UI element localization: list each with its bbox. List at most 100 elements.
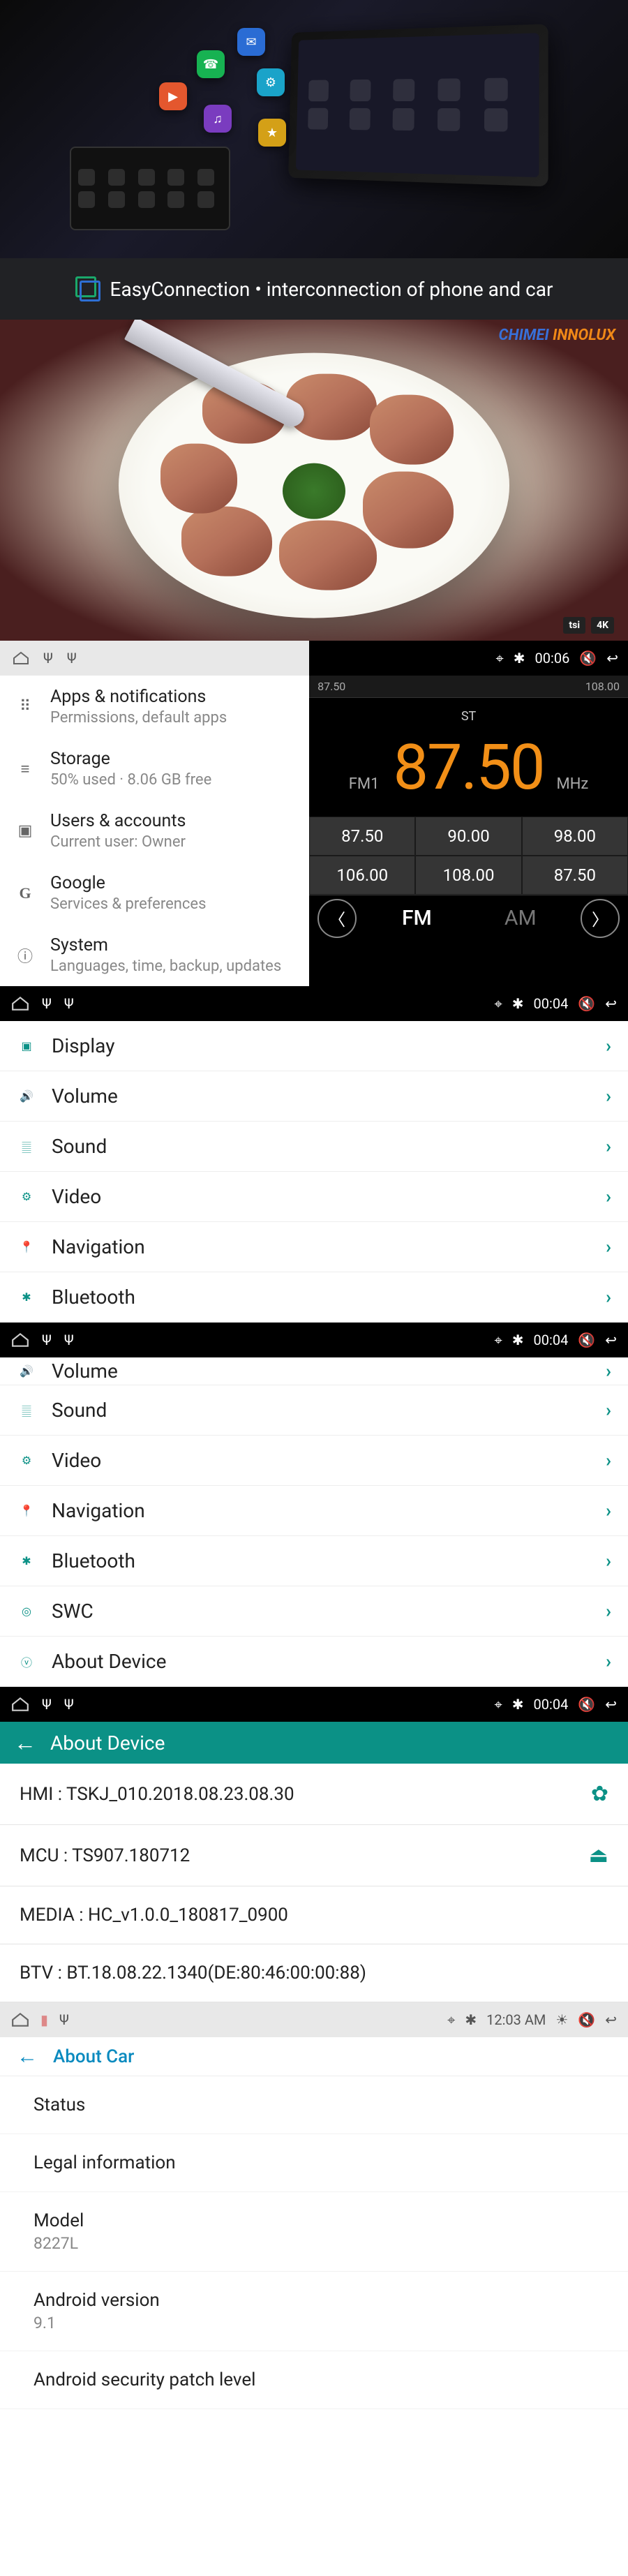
- volume-icon: 🔊: [17, 1364, 36, 1378]
- phone-mockup: [70, 147, 230, 230]
- chevron-right-icon: ›: [606, 1601, 611, 1622]
- floating-app-icons: ✉ ☎ ▶ ♫ ⚙ ★: [154, 21, 321, 161]
- chevron-right-icon: ›: [606, 1136, 611, 1157]
- home-icon[interactable]: [13, 651, 29, 665]
- menu-volume[interactable]: 🔊Volume›: [0, 1071, 628, 1122]
- chevron-right-icon: ›: [606, 1501, 611, 1521]
- location-icon: ⌖: [495, 650, 503, 667]
- chevron-right-icon: ›: [606, 1086, 611, 1107]
- volume-icon[interactable]: 🔇: [578, 1332, 595, 1348]
- settings-row-storage[interactable]: ≡ Storage50% used · 8.06 GB free: [0, 738, 309, 800]
- back-icon[interactable]: ↩: [605, 1332, 617, 1348]
- frequency-value: 87.50: [393, 731, 544, 804]
- home-icon[interactable]: [11, 1697, 29, 1712]
- back-icon[interactable]: ↩: [606, 650, 618, 667]
- about-car-android-version[interactable]: Android version9.1: [0, 2272, 628, 2351]
- am-tab[interactable]: AM: [469, 906, 572, 930]
- menu-bluetooth[interactable]: ✱Bluetooth›: [0, 1272, 628, 1323]
- chevron-right-icon: ›: [606, 1551, 611, 1572]
- about-icon: ⓥ: [17, 1653, 36, 1670]
- info-row-btv[interactable]: BTV : BT.18.08.22.1340(DE:80:46:00:00:88…: [0, 1944, 628, 2002]
- menu-video[interactable]: ⚙Video›: [0, 1172, 628, 1222]
- info-row-mcu[interactable]: MCU : TS907.180712⏏: [0, 1825, 628, 1886]
- stereo-label: ST: [309, 709, 628, 724]
- seek-next-button[interactable]: 〉: [581, 899, 620, 938]
- back-icon[interactable]: ↩: [605, 995, 617, 1012]
- back-icon[interactable]: ↩: [605, 1696, 617, 1713]
- easyconnection-icon: [75, 276, 100, 301]
- about-car-security-patch[interactable]: Android security patch level: [0, 2351, 628, 2409]
- storage-icon: ≡: [15, 759, 35, 779]
- system-bar: Ψ Ψ ⌖ ✱ 00:04 🔇 ↩: [0, 1687, 628, 1722]
- volume-icon[interactable]: 🔇: [579, 650, 597, 667]
- info-row-media[interactable]: MEDIA : HC_v1.0.0_180817_0900: [0, 1886, 628, 1944]
- navigation-icon: 📍: [17, 1504, 36, 1517]
- volume-icon[interactable]: 🔇: [578, 1696, 595, 1713]
- menu-navigation[interactable]: 📍Navigation›: [0, 1486, 628, 1536]
- bluetooth-icon: ✱: [17, 1554, 36, 1568]
- radio-scale[interactable]: 87.50108.00: [309, 676, 628, 698]
- easyconnection-label: EasyConnection • interconnection of phon…: [110, 278, 553, 301]
- back-icon[interactable]: ↩: [605, 2011, 617, 2028]
- preset-4[interactable]: 106.00: [309, 856, 415, 895]
- car-head-unit: [288, 24, 548, 186]
- settings-row-users[interactable]: ▣ Users & accountsCurrent user: Owner: [0, 800, 309, 862]
- system-bar: Ψ Ψ ⌖ ✱ 00:04 🔇 ↩: [0, 1323, 628, 1357]
- settings-gear-icon[interactable]: ✿: [591, 1782, 608, 1806]
- about-car-status[interactable]: Status: [0, 2076, 628, 2134]
- settings-row-system[interactable]: ⓘ SystemLanguages, time, backup, updates: [0, 924, 309, 986]
- home-icon[interactable]: [11, 996, 29, 1011]
- swc-icon: ◎: [17, 1605, 36, 1618]
- preset-5[interactable]: 108.00: [415, 856, 521, 895]
- seek-prev-button[interactable]: 〈: [317, 899, 357, 938]
- settings-row-apps[interactable]: ⠿ Apps & notificationsPermissions, defau…: [0, 676, 309, 738]
- menu-navigation[interactable]: 📍Navigation›: [0, 1222, 628, 1272]
- display-icon: ▣: [17, 1039, 36, 1052]
- apps-icon: ⠿: [15, 697, 35, 717]
- menu-about-device[interactable]: ⓥAbout Device›: [0, 1637, 628, 1687]
- chevron-right-icon: ›: [606, 1036, 611, 1057]
- about-car-legal[interactable]: Legal information: [0, 2134, 628, 2192]
- usb-icon: Ψ: [59, 2011, 69, 2028]
- home-icon[interactable]: [11, 1332, 29, 1348]
- bluetooth-icon: ✱: [465, 2011, 477, 2028]
- nav-bar: Ψ Ψ: [0, 641, 309, 676]
- location-icon: ⌖: [447, 2011, 455, 2028]
- fm-tab[interactable]: FM: [365, 906, 468, 930]
- usb-icon: Ψ: [42, 995, 52, 1012]
- menu-bluetooth[interactable]: ✱Bluetooth›: [0, 1536, 628, 1586]
- preset-3[interactable]: 98.00: [522, 817, 628, 856]
- usb-icon: Ψ: [64, 995, 74, 1012]
- sound-icon: 𝄛: [17, 1404, 36, 1417]
- back-arrow-icon[interactable]: ←: [14, 1729, 36, 1756]
- video-badges: tsi 4K: [563, 617, 614, 634]
- info-row-hmi[interactable]: HMI : TSKJ_010.2018.08.23.08.30✿: [0, 1764, 628, 1825]
- band-label: FM1: [349, 775, 380, 793]
- menu-sound[interactable]: 𝄛Sound›: [0, 1385, 628, 1436]
- eject-icon[interactable]: ⏏: [589, 1843, 608, 1868]
- menu-sound[interactable]: 𝄛Sound›: [0, 1122, 628, 1172]
- sd-icon: ▮: [40, 2011, 48, 2028]
- menu-swc[interactable]: ◎SWC›: [0, 1586, 628, 1637]
- about-car-model[interactable]: Model8227L: [0, 2192, 628, 2272]
- clock: 12:03 AM: [486, 2011, 546, 2028]
- preset-2[interactable]: 90.00: [415, 817, 521, 856]
- android-settings-panel: Ψ Ψ ⠿ Apps & notificationsPermissions, d…: [0, 641, 309, 986]
- menu-volume[interactable]: 🔊Volume›: [0, 1357, 628, 1385]
- preset-6[interactable]: 87.50: [522, 856, 628, 895]
- bluetooth-icon: ✱: [512, 1332, 524, 1348]
- sound-icon: 𝄛: [17, 1140, 36, 1154]
- menu-video[interactable]: ⚙Video›: [0, 1436, 628, 1486]
- home-icon[interactable]: [11, 2012, 29, 2027]
- brightness-icon[interactable]: ☀: [555, 2011, 568, 2028]
- video-icon: ⚙: [17, 1454, 36, 1467]
- menu-display[interactable]: ▣Display›: [0, 1021, 628, 1071]
- volume-icon[interactable]: 🔇: [578, 2011, 595, 2028]
- clock: 00:04: [534, 995, 569, 1012]
- preset-1[interactable]: 87.50: [309, 817, 415, 856]
- volume-icon: 🔊: [17, 1089, 36, 1103]
- settings-row-google[interactable]: G GoogleServices & preferences: [0, 862, 309, 924]
- back-arrow-icon[interactable]: ←: [17, 2044, 38, 2069]
- video-icon: ⚙: [17, 1190, 36, 1203]
- volume-icon[interactable]: 🔇: [578, 995, 595, 1012]
